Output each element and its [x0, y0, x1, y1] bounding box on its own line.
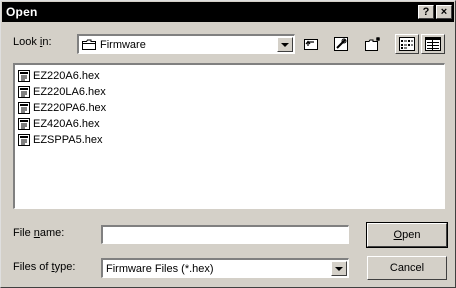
file-name-text: EZ220A6.hex: [33, 70, 100, 82]
folder-icon: [82, 39, 96, 50]
details-view-button[interactable]: [421, 34, 445, 54]
file-name-text: EZ220PA6.hex: [33, 102, 107, 114]
files-of-type-dropdown[interactable]: Firmware Files (*.hex): [101, 258, 349, 278]
up-folder-button[interactable]: [299, 34, 323, 54]
hex-file-icon: [18, 134, 30, 146]
list-view-button[interactable]: [395, 34, 419, 54]
look-in-label: Look in:: [13, 36, 52, 48]
new-folder-icon: [365, 37, 380, 51]
file-list-item[interactable]: EZSPPA5.hex: [18, 132, 444, 148]
file-list[interactable]: EZ220A6.hex EZ220LA6.hex EZ220PA6.hex EZ420…: [13, 63, 445, 209]
files-of-type-arrow-button[interactable]: [331, 261, 347, 276]
open-dialog: Open ? × Look in: Firmware EZ220A6.hex E…: [0, 0, 456, 288]
cancel-button[interactable]: Cancel: [367, 256, 447, 280]
desktop-button[interactable]: [329, 34, 353, 54]
file-list-item[interactable]: EZ420A6.hex: [18, 116, 444, 132]
close-button[interactable]: ×: [436, 5, 452, 19]
details-view-icon: [425, 37, 441, 51]
file-name-text: EZSPPA5.hex: [33, 134, 103, 146]
hex-file-icon: [18, 102, 30, 114]
file-name-input[interactable]: [101, 225, 349, 244]
file-list-item[interactable]: EZ220PA6.hex: [18, 100, 444, 116]
file-name-text: EZ420A6.hex: [33, 118, 100, 130]
files-of-type-value: Firmware Files (*.hex): [106, 262, 214, 275]
up-folder-icon: [304, 39, 318, 50]
chevron-down-icon: [335, 266, 343, 271]
look-in-arrow-button[interactable]: [277, 37, 293, 52]
file-name-text: EZ220LA6.hex: [33, 86, 106, 98]
dialog-title: Open: [6, 5, 38, 19]
help-button[interactable]: ?: [418, 5, 434, 19]
look-in-dropdown[interactable]: Firmware: [77, 34, 295, 54]
hex-file-icon: [18, 118, 30, 130]
hex-file-icon: [18, 70, 30, 82]
hex-file-icon: [18, 86, 30, 98]
files-of-type-label: Files of type:: [13, 261, 76, 273]
title-buttons: ? ×: [418, 5, 452, 19]
chevron-down-icon: [281, 42, 289, 47]
look-in-value: Firmware: [100, 38, 146, 51]
desktop-icon: [334, 37, 348, 51]
file-name-label: File name:: [13, 227, 65, 239]
open-button[interactable]: Open: [366, 222, 448, 248]
file-list-item[interactable]: EZ220A6.hex: [18, 68, 444, 84]
file-list-item[interactable]: EZ220LA6.hex: [18, 84, 444, 100]
new-folder-button[interactable]: [361, 34, 385, 54]
list-view-icon: [399, 37, 415, 51]
title-bar[interactable]: Open ? ×: [2, 2, 454, 22]
